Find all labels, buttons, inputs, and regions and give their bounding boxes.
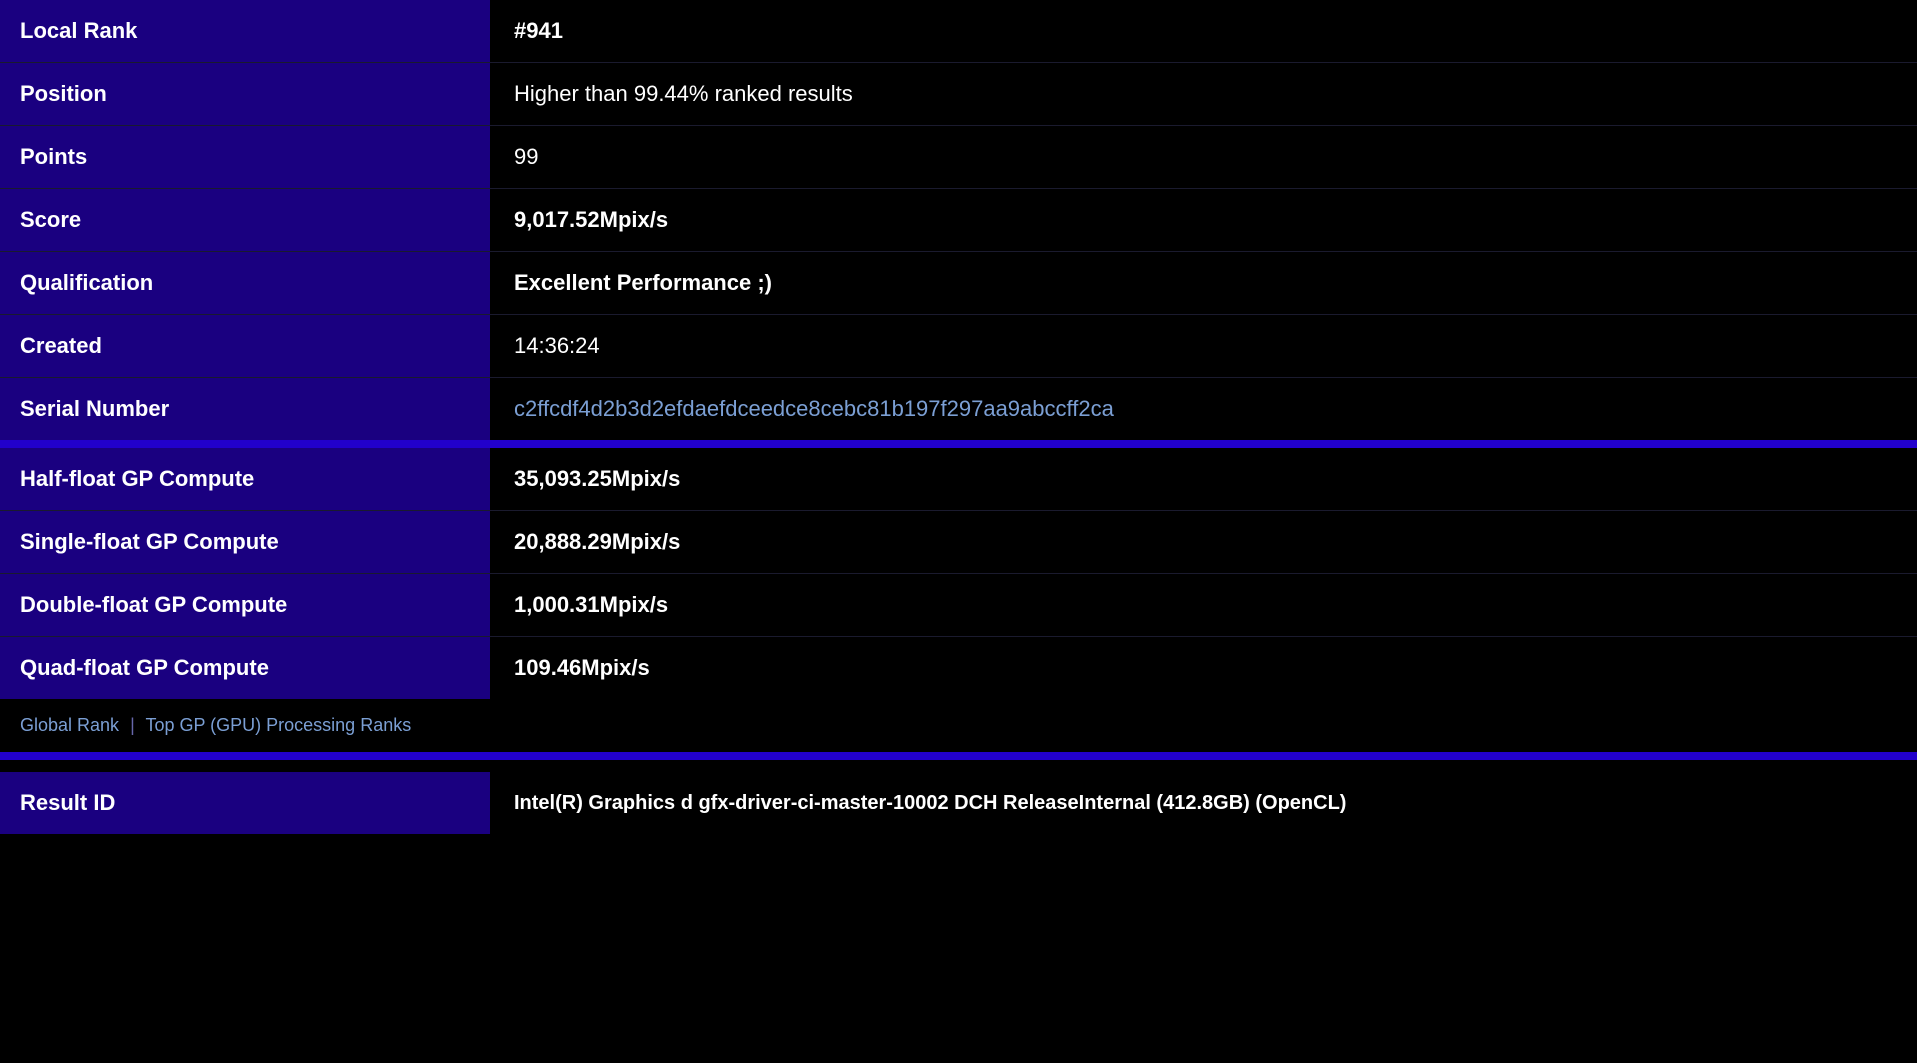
- result-id-value: Intel(R) Graphics d gfx-driver-ci-master…: [490, 772, 1917, 834]
- quad-float-row: Quad-float GP Compute 109.46Mpix/s: [0, 637, 1917, 699]
- created-row: Created 14:36:24: [0, 315, 1917, 378]
- score-row: Score 9,017.52Mpix/s: [0, 189, 1917, 252]
- half-float-row: Half-float GP Compute 35,093.25Mpix/s: [0, 448, 1917, 511]
- points-row: Points 99: [0, 126, 1917, 189]
- footer-separator: |: [130, 715, 135, 735]
- local-rank-row: Local Rank #941: [0, 0, 1917, 63]
- single-float-label: Single-float GP Compute: [0, 511, 490, 573]
- spacer: [0, 760, 1917, 772]
- serial-number-label: Serial Number: [0, 378, 490, 440]
- half-float-value: 35,093.25Mpix/s: [490, 448, 1917, 510]
- position-row: Position Higher than 99.44% ranked resul…: [0, 63, 1917, 126]
- double-float-value: 1,000.31Mpix/s: [490, 574, 1917, 636]
- created-value: 14:36:24: [490, 315, 1917, 377]
- main-stats-section: Local Rank #941 Position Higher than 99.…: [0, 0, 1917, 440]
- result-id-row: Result ID Intel(R) Graphics d gfx-driver…: [0, 772, 1917, 834]
- position-value: Higher than 99.44% ranked results: [490, 63, 1917, 125]
- serial-number-value[interactable]: c2ffcdf4d2b3d2efdaefdceedce8cebc81b197f2…: [490, 378, 1917, 440]
- divider-2: [0, 752, 1917, 760]
- points-label: Points: [0, 126, 490, 188]
- serial-number-row: Serial Number c2ffcdf4d2b3d2efdaefdceedc…: [0, 378, 1917, 440]
- global-rank-link[interactable]: Global Rank: [20, 715, 119, 735]
- quad-float-label: Quad-float GP Compute: [0, 637, 490, 699]
- result-id-section: Result ID Intel(R) Graphics d gfx-driver…: [0, 772, 1917, 834]
- compute-section: Half-float GP Compute 35,093.25Mpix/s Si…: [0, 448, 1917, 699]
- quad-float-value: 109.46Mpix/s: [490, 637, 1917, 699]
- footer-links: Global Rank | Top GP (GPU) Processing Ra…: [0, 699, 1917, 752]
- qualification-label: Qualification: [0, 252, 490, 314]
- result-id-line2: 12.8GB) (OpenCL): [1174, 792, 1346, 815]
- result-id-label: Result ID: [0, 772, 490, 834]
- result-id-line1: Intel(R) Graphics d gfx-driver-ci-master…: [514, 792, 1174, 815]
- score-value: 9,017.52Mpix/s: [490, 189, 1917, 251]
- score-label: Score: [0, 189, 490, 251]
- single-float-row: Single-float GP Compute 20,888.29Mpix/s: [0, 511, 1917, 574]
- divider-1: [0, 440, 1917, 448]
- qualification-value: Excellent Performance ;): [490, 252, 1917, 314]
- single-float-value: 20,888.29Mpix/s: [490, 511, 1917, 573]
- local-rank-label: Local Rank: [0, 0, 490, 62]
- created-label: Created: [0, 315, 490, 377]
- double-float-row: Double-float GP Compute 1,000.31Mpix/s: [0, 574, 1917, 637]
- double-float-label: Double-float GP Compute: [0, 574, 490, 636]
- top-gp-link[interactable]: Top GP (GPU) Processing Ranks: [145, 715, 411, 735]
- local-rank-value: #941: [490, 0, 1917, 62]
- qualification-row: Qualification Excellent Performance ;): [0, 252, 1917, 315]
- position-label: Position: [0, 63, 490, 125]
- half-float-label: Half-float GP Compute: [0, 448, 490, 510]
- points-value: 99: [490, 126, 1917, 188]
